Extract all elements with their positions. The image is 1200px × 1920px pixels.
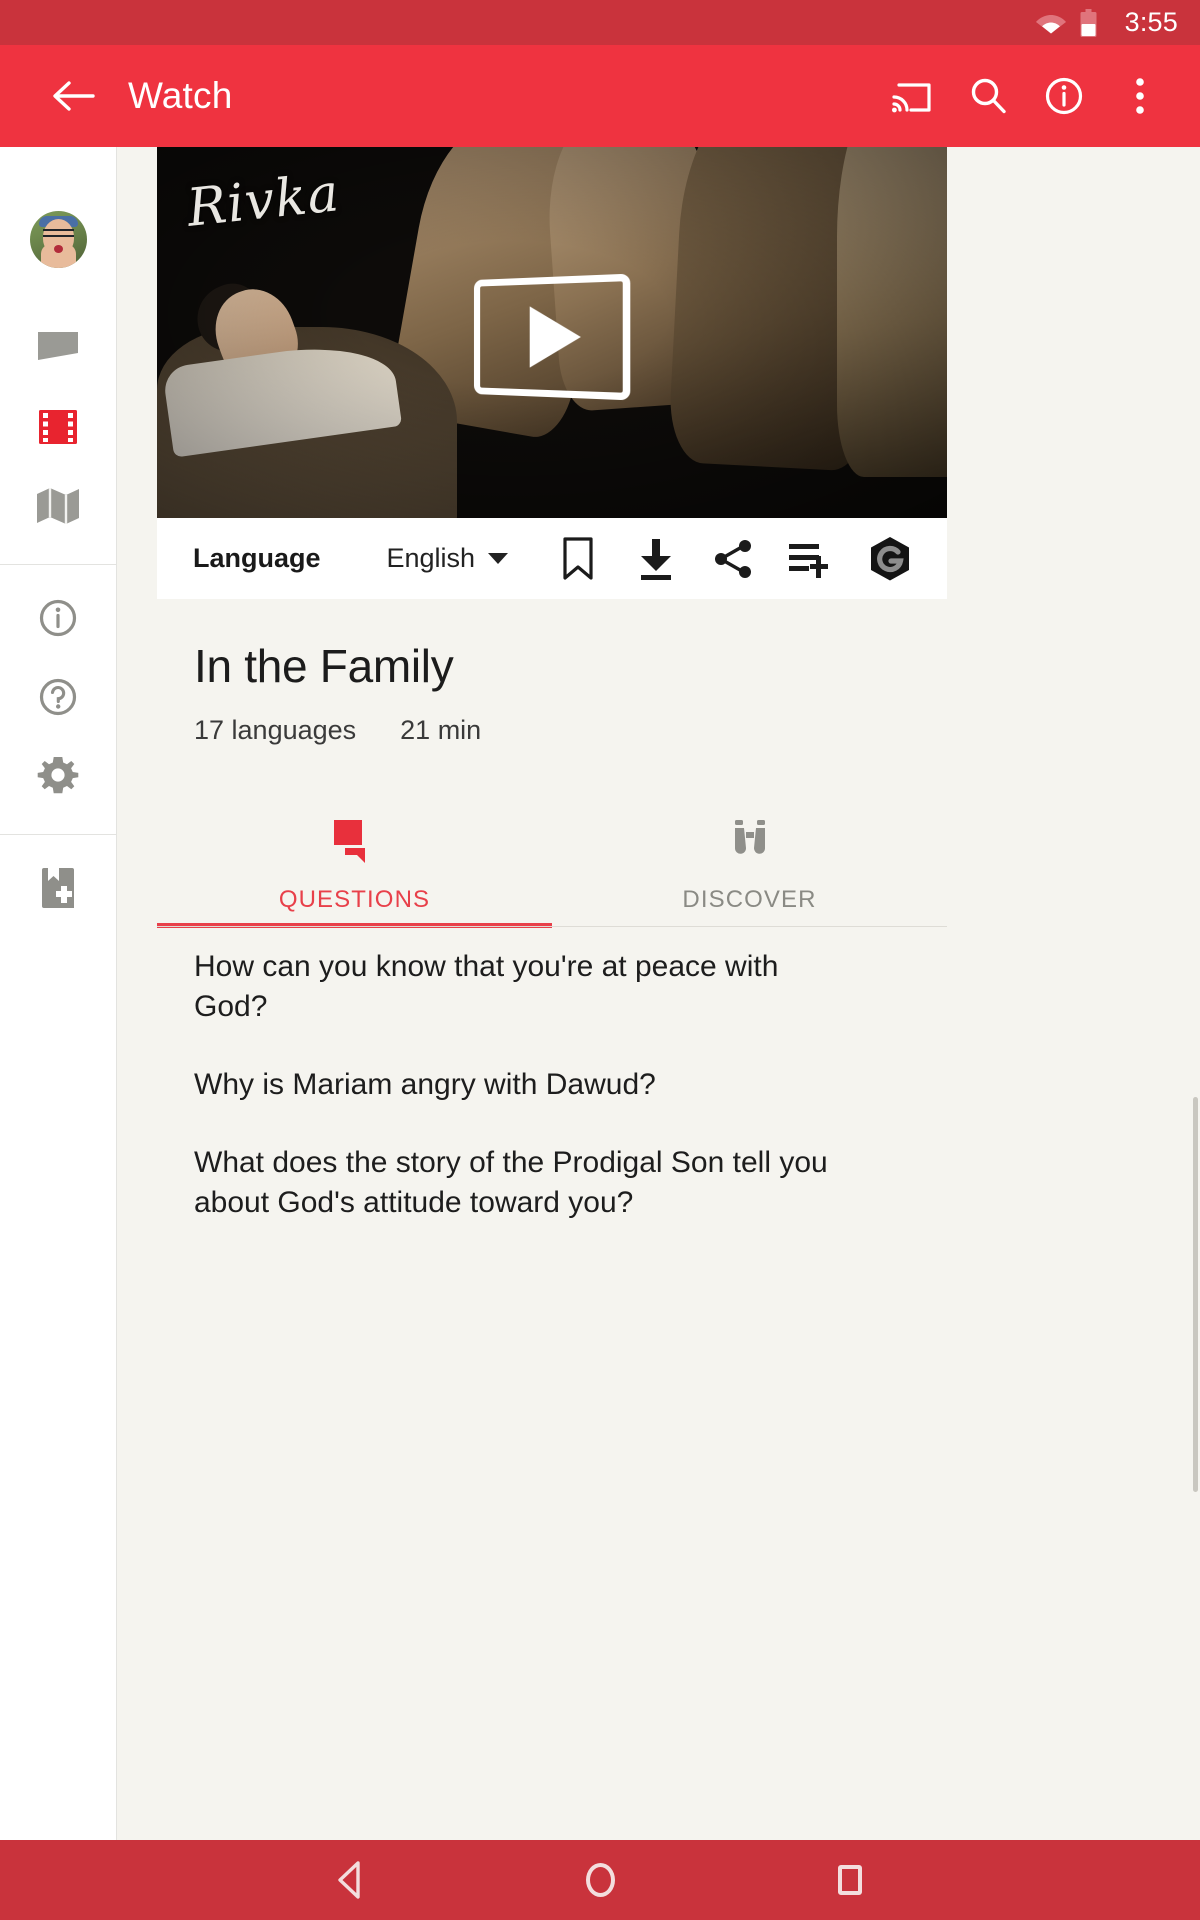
download-icon[interactable] [617, 520, 695, 598]
android-navigation-bar [0, 1840, 1200, 1920]
sidebar-divider-2 [0, 834, 117, 835]
sidebar [0, 147, 117, 1840]
chat-bubble-icon [35, 328, 81, 373]
status-bar-time: 3:55 [1125, 7, 1178, 38]
tab-questions-label: QUESTIONS [279, 886, 430, 914]
play-button-icon[interactable] [474, 274, 630, 401]
cast-icon[interactable] [874, 58, 950, 134]
avatar [30, 211, 87, 268]
nav-home-icon[interactable] [565, 1845, 635, 1915]
app-bar: Watch [0, 45, 1200, 147]
list-item[interactable]: Why is Mariam angry with Dawud? [194, 1065, 834, 1105]
page-title: Watch [128, 75, 232, 117]
sidebar-divider [0, 564, 117, 565]
share-icon[interactable] [695, 520, 773, 598]
sidebar-item-profile[interactable] [0, 169, 117, 289]
sidebar-item-videos[interactable] [0, 390, 117, 469]
play-triangle [530, 305, 581, 368]
tab-discover[interactable]: DISCOVER [552, 781, 947, 928]
app-screen: 3:55 Watch Rivka Language English In the… [0, 0, 1200, 1920]
question-chat-icon [332, 812, 378, 864]
film-strip-icon [37, 407, 79, 452]
back-arrow-icon[interactable] [36, 79, 110, 113]
tab-bar: QUESTIONS DISCOVER [157, 781, 947, 928]
bible-bookmark-icon [39, 866, 77, 915]
video-title: In the Family [194, 639, 947, 693]
list-item[interactable]: What does the story of the Prodigal Son … [194, 1143, 834, 1223]
video-action-bar: Language English [157, 518, 947, 599]
action-bar-icons [539, 520, 947, 598]
sidebar-item-settings[interactable] [0, 739, 117, 818]
search-icon[interactable] [950, 58, 1026, 134]
language-dropdown[interactable]: English [387, 543, 509, 574]
status-bar-icons: 3:55 [1036, 7, 1178, 38]
sidebar-item-map[interactable] [0, 469, 117, 548]
overflow-menu-icon[interactable] [1102, 58, 1178, 134]
battery-icon [1080, 9, 1097, 37]
video-meta: 17 languages 21 min [194, 715, 947, 746]
map-icon [35, 485, 81, 532]
chevron-down-icon [488, 553, 508, 564]
video-thumbnail[interactable]: Rivka [157, 147, 947, 518]
status-bar: 3:55 [0, 0, 1200, 45]
gear-icon [37, 755, 79, 802]
questions-list: How can you know that you're at peace wi… [157, 947, 947, 1260]
info-icon[interactable] [1026, 58, 1102, 134]
video-languages-count: 17 languages [194, 715, 356, 746]
help-circle-icon [37, 676, 79, 723]
tab-discover-label: DISCOVER [682, 886, 816, 914]
sidebar-item-about[interactable] [0, 581, 117, 660]
app-bar-actions [874, 58, 1200, 134]
nav-back-icon[interactable] [315, 1845, 385, 1915]
wifi-icon [1036, 12, 1066, 34]
nav-recents-icon[interactable] [815, 1845, 885, 1915]
list-item[interactable]: How can you know that you're at peace wi… [194, 947, 834, 1027]
sidebar-item-help[interactable] [0, 660, 117, 739]
language-label: Language [193, 543, 321, 574]
bookmark-icon[interactable] [539, 520, 617, 598]
binoculars-icon [727, 812, 773, 864]
language-selected-value: English [387, 543, 476, 574]
vertical-scrollbar[interactable] [1193, 1097, 1198, 1492]
tab-questions[interactable]: QUESTIONS [157, 781, 552, 928]
info-circle-icon [37, 597, 79, 644]
sidebar-item-conversations[interactable] [0, 311, 117, 390]
recents-square [838, 1865, 862, 1895]
video-details: In the Family 17 languages 21 min [157, 599, 947, 746]
video-duration: 21 min [400, 715, 481, 746]
app-logo-icon[interactable] [851, 520, 929, 598]
home-circle [586, 1863, 615, 1897]
main-content: Rivka Language English In the Family 17 … [117, 147, 1200, 1840]
sidebar-item-scripture[interactable] [0, 851, 117, 930]
playlist-add-icon[interactable] [773, 520, 851, 598]
tab-divider [157, 926, 947, 927]
